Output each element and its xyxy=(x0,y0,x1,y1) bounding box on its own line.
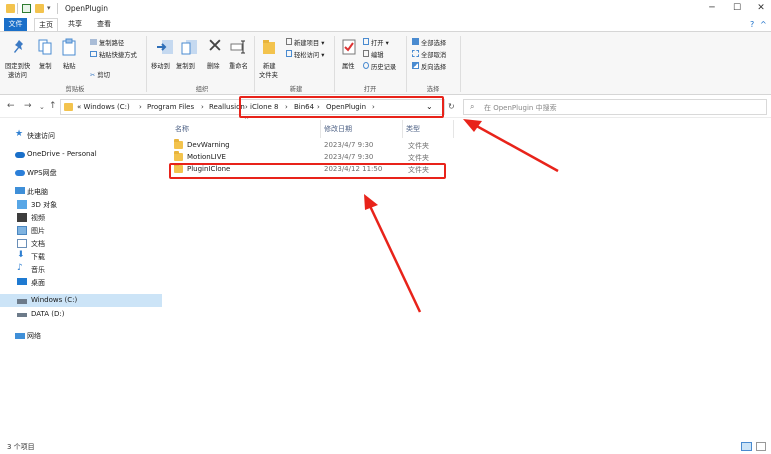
annotation-arrows xyxy=(364,119,559,313)
annotation-arrow-address xyxy=(472,122,559,173)
annotation-arrowhead xyxy=(364,194,378,210)
annotation-arrow-file xyxy=(368,205,422,313)
annotation-arrowhead xyxy=(463,119,482,132)
